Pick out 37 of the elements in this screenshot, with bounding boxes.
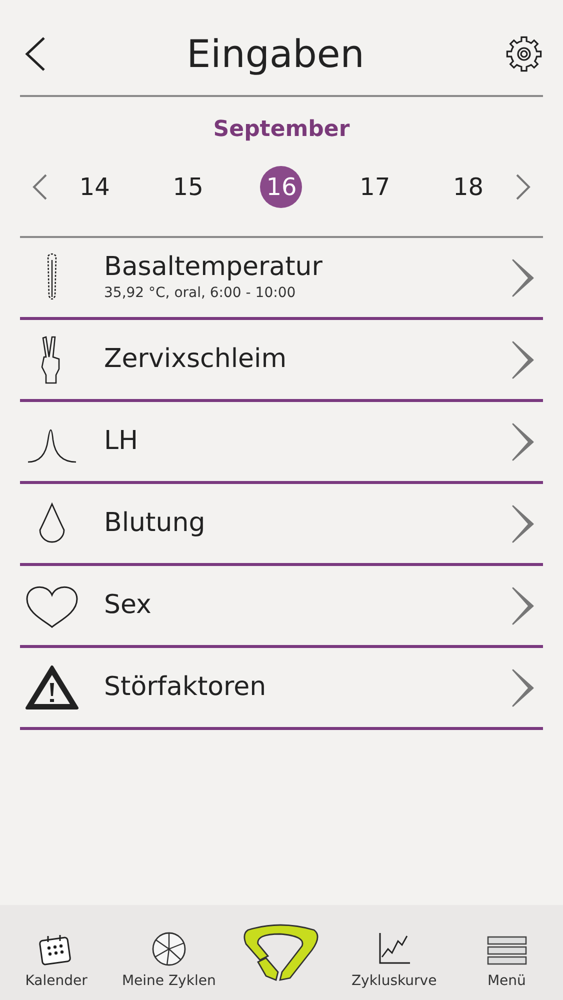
nav-label[interactable]: Meine Zyklen (122, 971, 216, 992)
nav-label[interactable]: Zykluskurve (351, 971, 437, 992)
chevron-icon (511, 340, 535, 380)
pie-chart-icon[interactable] (150, 931, 187, 967)
next-icon[interactable] (515, 174, 531, 200)
chevron-icon (511, 668, 535, 708)
entry-label: LH (104, 425, 140, 458)
day[interactable]: 15 (167, 166, 210, 208)
month-label: September (212, 116, 351, 144)
nav-label[interactable]: Menü (487, 971, 526, 992)
chevron-icon (511, 504, 535, 544)
selected-day[interactable]: 16 (260, 166, 302, 208)
back-icon[interactable] (24, 36, 46, 72)
entry-label: Sex (104, 589, 152, 622)
entry-label: Zervixschleim (104, 343, 288, 376)
entry-row[interactable]: Störfaktoren (20, 648, 543, 730)
chevron-icon (511, 586, 535, 626)
day[interactable]: 18 (447, 166, 490, 208)
entry-label: Störfaktoren (104, 671, 268, 704)
nav-label[interactable]: Kalender (25, 971, 88, 992)
entry-row[interactable]: Basaltemperatur 35,92 °C, oral, 6:00 - 10:00 (20, 238, 543, 320)
settings-icon[interactable] (505, 34, 543, 72)
entry-detail: 35,92 °C, oral, 6:00 - 10:00 (104, 284, 297, 304)
page-title: Eingaben (186, 34, 364, 72)
entry-label: Blutung (104, 507, 206, 540)
day[interactable]: 14 (74, 166, 116, 208)
entry-row[interactable]: Sex (20, 566, 543, 648)
chevron-icon (511, 258, 535, 298)
entry-row[interactable]: Zervixschleim (20, 320, 543, 402)
entry-row[interactable]: Blutung (20, 484, 543, 566)
warning-icon (25, 664, 79, 710)
previous-icon[interactable] (32, 174, 48, 200)
menu-icon[interactable] (486, 935, 527, 967)
entry-row[interactable]: LH (20, 402, 543, 484)
entry-label: Basaltemperatur (104, 250, 324, 284)
chevron-icon (511, 422, 535, 462)
day[interactable]: 17 (354, 166, 396, 208)
